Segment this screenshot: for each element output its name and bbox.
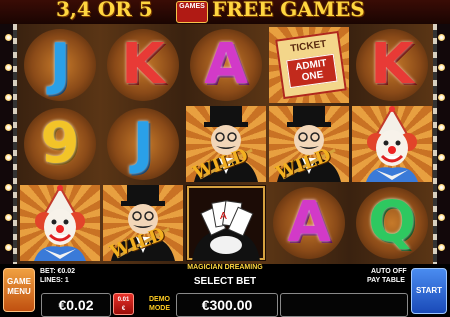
demo-mode-label: DEMO MODE — [149, 296, 170, 312]
autoplay-toggle[interactable]: AUTO OFF — [371, 268, 407, 275]
reel-3-symbol-magician-cards: A — [186, 185, 266, 261]
start-button[interactable]: START — [411, 268, 447, 314]
ticket-icon: TICKET ADMIT ONE — [275, 30, 347, 100]
reel-grid: J 9 K J WILD A WILD A TICKET ADMIT ONE W… — [17, 24, 433, 264]
game-menu-button[interactable]: GAME MENU — [3, 268, 35, 312]
coin-value-button[interactable]: 0.01 € — [113, 293, 134, 315]
banner-text-right: FREE GAMES — [212, 0, 365, 21]
balance-display: €300.00 — [176, 293, 278, 317]
control-panel: GAME MENU BET: €0.02 LINES: 1 MAGICIAN D… — [0, 264, 450, 317]
bet-label: BET: €0.02 — [40, 268, 76, 275]
reel-2-symbol-k: K — [103, 27, 183, 103]
game-logo: GAMES — [176, 1, 208, 23]
reel-5-symbol-q: Q — [352, 185, 432, 261]
bet-value-display[interactable]: €0.02 — [41, 293, 111, 317]
playing-cards-icon: A — [192, 199, 260, 261]
reel-2-symbol-j: J — [103, 106, 183, 182]
left-lights — [0, 24, 17, 264]
svg-text:A: A — [220, 211, 227, 222]
banner-text-left: 3,4 OR 5 — [56, 0, 153, 21]
clown-icon — [34, 185, 86, 261]
reel-3-symbol-magician-wild: WILD — [186, 106, 266, 182]
reel-2-symbol-magician-wild: WILD — [103, 185, 183, 261]
reel-1-symbol-9: 9 — [20, 106, 100, 182]
reel-4-symbol-ticket: TICKET ADMIT ONE — [269, 27, 349, 103]
reel-4-symbol-magician-wild: WILD — [269, 106, 349, 182]
lines-label: LINES: 1 — [40, 277, 69, 284]
win-display — [280, 293, 408, 317]
reel-5-symbol-k: K — [352, 27, 432, 103]
reel-3-symbol-a: A — [186, 27, 266, 103]
right-lights — [433, 24, 450, 264]
top-banner: 3,4 OR 5 GAMES FREE GAMES — [0, 0, 450, 24]
clown-icon — [366, 106, 418, 182]
game-name: MAGICIAN DREAMING — [187, 264, 263, 271]
paytable-button[interactable]: PAY TABLE — [367, 277, 405, 284]
reel-1-symbol-clown — [20, 185, 100, 261]
reel-1-symbol-j: J — [20, 27, 100, 103]
reel-4-symbol-a: A — [269, 185, 349, 261]
reel-5-symbol-clown — [352, 106, 432, 182]
select-bet-label[interactable]: SELECT BET — [140, 276, 310, 287]
